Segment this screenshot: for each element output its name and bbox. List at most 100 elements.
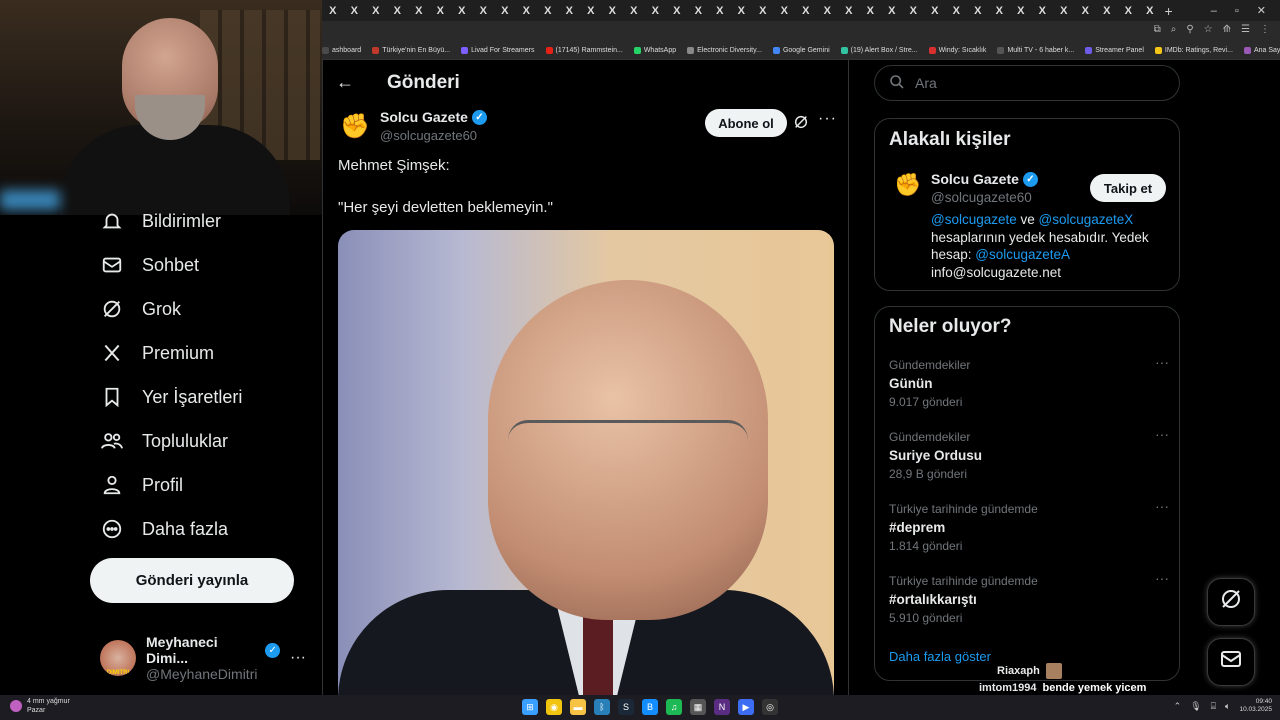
browser-tab[interactable]: X	[881, 0, 903, 21]
account-more-icon[interactable]: ···	[290, 649, 306, 667]
browser-tab[interactable]: X	[795, 0, 817, 21]
trend-more-icon[interactable]: ···	[1155, 354, 1169, 370]
trend-more-icon[interactable]: ···	[1155, 498, 1169, 514]
bookmark-item[interactable]: Ana Sayfa • HBO Max	[1243, 46, 1280, 54]
fist-logo-icon[interactable]: ✊	[340, 110, 370, 142]
bio-link[interactable]: @solcugazeteA	[975, 247, 1070, 262]
obs-icon[interactable]: ◎	[762, 699, 778, 715]
weather-widget[interactable]: 4 mm yağmur Pazar	[10, 697, 70, 715]
bookmark-item[interactable]: IMDb: Ratings, Revi...	[1154, 46, 1233, 54]
bio-link[interactable]: @solcugazeteX	[1039, 212, 1134, 227]
nav-item-notifications[interactable]: Bildirimler	[100, 209, 221, 233]
toolbar-icon[interactable]: ⧉	[1154, 24, 1161, 35]
browser-tab[interactable]: X	[709, 0, 731, 21]
browser-tab[interactable]: X	[494, 0, 516, 21]
browser-tab[interactable]: X	[1139, 0, 1161, 21]
nav-item-bookmarks[interactable]: Yer İşaretleri	[100, 385, 242, 409]
nav-item-grok[interactable]: Grok	[100, 297, 181, 321]
browser-tab[interactable]: X	[365, 0, 387, 21]
battlenet-icon[interactable]: B	[642, 699, 658, 715]
browser-tab[interactable]: X	[623, 0, 645, 21]
trend-more-icon[interactable]: ···	[1155, 426, 1169, 442]
browser-tab[interactable]: X	[580, 0, 602, 21]
post-more-icon[interactable]: ···	[818, 110, 837, 128]
bookmark-item[interactable]: Electronic Diversity...	[687, 46, 762, 54]
bookmark-item[interactable]: ashboard	[322, 46, 361, 54]
trend-item[interactable]: Gündemdekiler Günün 9.017 gönderi ···	[889, 354, 1169, 409]
grok-icon[interactable]	[793, 114, 809, 135]
author-handle[interactable]: @solcugazete60	[380, 128, 477, 143]
bookmark-item[interactable]: Multi TV - 6 haber k...	[997, 46, 1074, 54]
browser-tab[interactable]: X	[946, 0, 968, 21]
toolbar-icon[interactable]: ⌕	[1171, 24, 1177, 35]
chevron-up-icon[interactable]: ⌃	[1174, 701, 1182, 712]
browser-tab[interactable]: X	[1032, 0, 1054, 21]
author-name[interactable]: Solcu Gazete ✓	[380, 109, 487, 125]
post-image[interactable]	[338, 230, 834, 696]
nav-item-profile[interactable]: Profil	[100, 473, 183, 497]
bookmark-item[interactable]: Windy: Sıcaklık	[928, 46, 986, 54]
nav-item-communities[interactable]: Topluluklar	[100, 429, 228, 453]
messages-fab-button[interactable]	[1207, 638, 1255, 686]
network-icon[interactable]: ⌸	[1211, 701, 1216, 712]
browser-tab[interactable]: X	[989, 0, 1011, 21]
spotify-icon[interactable]: ♫	[666, 699, 682, 715]
nav-item-more[interactable]: Daha fazla	[100, 517, 228, 541]
toolbar-icon[interactable]: ☰	[1241, 24, 1250, 35]
address-bar[interactable]: ⧉ ⌕ ⚲ ☆ ⟰ ☰ ⋮	[322, 21, 1280, 41]
back-arrow-icon[interactable]: ←	[336, 72, 358, 94]
nav-item-premium[interactable]: Premium	[100, 341, 214, 365]
bookmark-item[interactable]: Livad For Streamers	[461, 46, 535, 54]
trend-item[interactable]: Türkiye tarihinde gündemde #deprem 1.814 g…	[889, 498, 1169, 553]
bookmark-item[interactable]: WhatsApp	[633, 46, 676, 54]
browser-tab[interactable]: X	[408, 0, 430, 21]
nav-item-chat[interactable]: Sohbet	[100, 253, 199, 277]
browser-tab[interactable]: X	[838, 0, 860, 21]
trend-item[interactable]: Gündemdekiler Suriye Ordusu 28,9 B gönderi…	[889, 426, 1169, 481]
browser-tab[interactable]: X	[645, 0, 667, 21]
folder-icon[interactable]: ▬	[570, 699, 586, 715]
browser-tab[interactable]: X	[666, 0, 688, 21]
related-name-text[interactable]: Solcu Gazete	[931, 171, 1019, 187]
browser-tab[interactable]: X	[537, 0, 559, 21]
browser-tab[interactable]: X	[860, 0, 882, 21]
browser-tab[interactable]: X	[1075, 0, 1097, 21]
related-handle[interactable]: @solcugazete60	[931, 190, 1032, 205]
chrome-icon[interactable]: ◉	[546, 699, 562, 715]
mic-icon[interactable]: 🎙︎	[1190, 701, 1201, 712]
bio-link[interactable]: @solcugazete	[931, 212, 1017, 227]
browser-tab[interactable]: X	[1053, 0, 1075, 21]
clock[interactable]: 09:40 10.03.2025	[1239, 698, 1272, 714]
bookmark-item[interactable]: (19) Alert Box / Stre...	[840, 46, 918, 54]
pad-app-icon[interactable]: ▦	[690, 699, 706, 715]
new-tab-button[interactable]: +	[1165, 3, 1173, 19]
browser-tab[interactable]: X	[774, 0, 796, 21]
subscribe-button[interactable]: Abone ol	[705, 109, 787, 137]
browser-tab[interactable]: X	[322, 0, 344, 21]
browser-tab[interactable]: X	[430, 0, 452, 21]
stream-app-icon[interactable]: ▶	[738, 699, 754, 715]
browser-tab[interactable]: X	[473, 0, 495, 21]
toolbar-icon[interactable]: ⚲	[1186, 24, 1193, 35]
bookmark-item[interactable]: (17145) Rammstein...	[545, 46, 623, 54]
nvidia-app-icon[interactable]: N	[714, 699, 730, 715]
minimize-button[interactable]: –	[1211, 5, 1217, 17]
search-input[interactable]: Ara	[874, 65, 1180, 101]
toolbar-icon[interactable]: ⋮	[1260, 24, 1270, 35]
close-window-button[interactable]: ✕	[1257, 4, 1266, 17]
toolbar-icon[interactable]: ☆	[1204, 24, 1213, 35]
browser-tab[interactable]: X	[924, 0, 946, 21]
maximize-button[interactable]: ▫	[1235, 5, 1239, 17]
author-name-text[interactable]: Solcu Gazete	[380, 109, 468, 125]
bookmark-item[interactable]: Streamer Panel	[1085, 46, 1144, 54]
browser-tab[interactable]: X	[602, 0, 624, 21]
browser-tab[interactable]: X	[688, 0, 710, 21]
volume-icon[interactable]: 🔈︎	[1225, 701, 1230, 712]
show-more-link[interactable]: Daha fazla göster	[889, 649, 991, 664]
post-button[interactable]: Gönderi yayınla	[90, 558, 294, 603]
browser-tab[interactable]: X	[967, 0, 989, 21]
browser-tab[interactable]: X	[559, 0, 581, 21]
trend-item[interactable]: Türkiye tarihinde gündemde #ortalıkkarışt…	[889, 570, 1169, 625]
bluetooth-app-icon[interactable]: ᛒ	[594, 699, 610, 715]
account-switcher[interactable]: DIMITRI Meyhaneci Dimi... ✓ @MeyhaneDimi…	[100, 634, 320, 682]
